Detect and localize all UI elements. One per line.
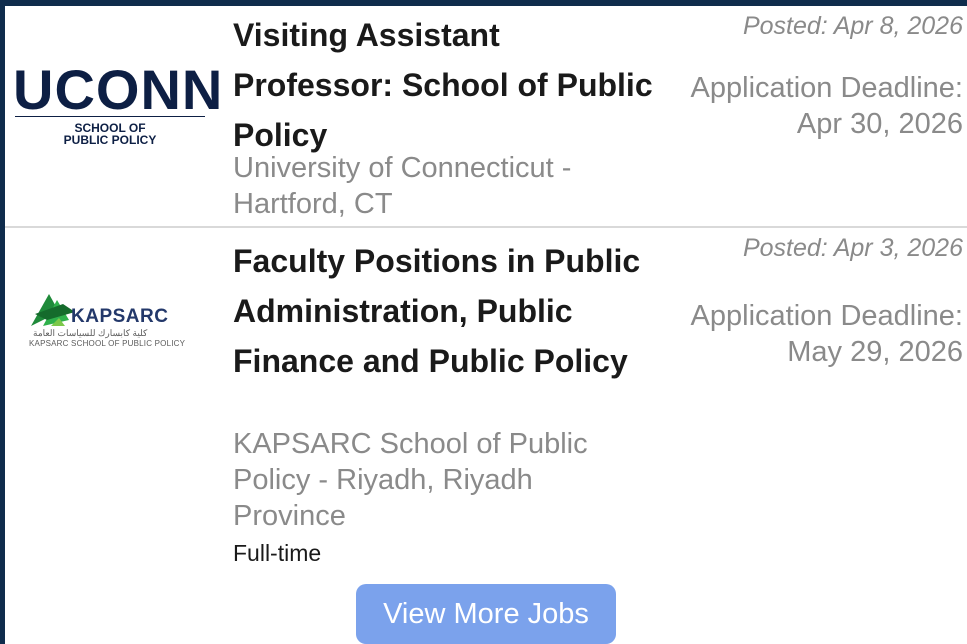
posted-date: Posted: Apr 3, 2026 xyxy=(742,234,963,262)
logo-subtitle: SCHOOL OF PUBLIC POLICY xyxy=(15,122,205,146)
logo-subtitle: KAPSARC SCHOOL OF PUBLIC POLICY xyxy=(29,339,186,348)
kapsarc-logo[interactable]: KAPSARC كلية كابسارك للسياسات العامة KAP… xyxy=(5,290,227,360)
job-listings-panel: UCONN SCHOOL OF PUBLIC POLICY Visiting A… xyxy=(5,6,967,644)
job-listing[interactable]: KAPSARC كلية كابسارك للسياسات العامة KAP… xyxy=(5,228,967,578)
logo-wordmark: UCONN xyxy=(13,58,224,121)
application-deadline: Application Deadline: May 29, 2026 xyxy=(690,300,963,368)
application-deadline: Application Deadline: Apr 30, 2026 xyxy=(690,72,963,140)
logo-arabic-text: كلية كابسارك للسياسات العامة xyxy=(33,328,148,338)
job-organization: University of Connecticut - Hartford, CT xyxy=(233,152,572,220)
job-listing[interactable]: UCONN SCHOOL OF PUBLIC POLICY Visiting A… xyxy=(5,6,967,226)
job-title-link[interactable]: Visiting Assistant Professor: School of … xyxy=(233,10,653,160)
job-organization: KAPSARC School of Public Policy - Riyadh… xyxy=(233,428,588,532)
logo-subtitle-line: PUBLIC POLICY xyxy=(63,133,157,147)
job-type: Full-time xyxy=(233,540,322,566)
uconn-logo[interactable]: UCONN SCHOOL OF PUBLIC POLICY xyxy=(5,62,227,162)
kapsarc-leaf-icon xyxy=(31,294,75,326)
logo-divider xyxy=(15,116,205,117)
job-title-link[interactable]: Faculty Positions in Public Administrati… xyxy=(233,236,653,386)
posted-date: Posted: Apr 8, 2026 xyxy=(742,12,963,40)
logo-wordmark: KAPSARC xyxy=(71,306,169,327)
view-more-jobs-button[interactable]: View More Jobs xyxy=(356,584,616,644)
